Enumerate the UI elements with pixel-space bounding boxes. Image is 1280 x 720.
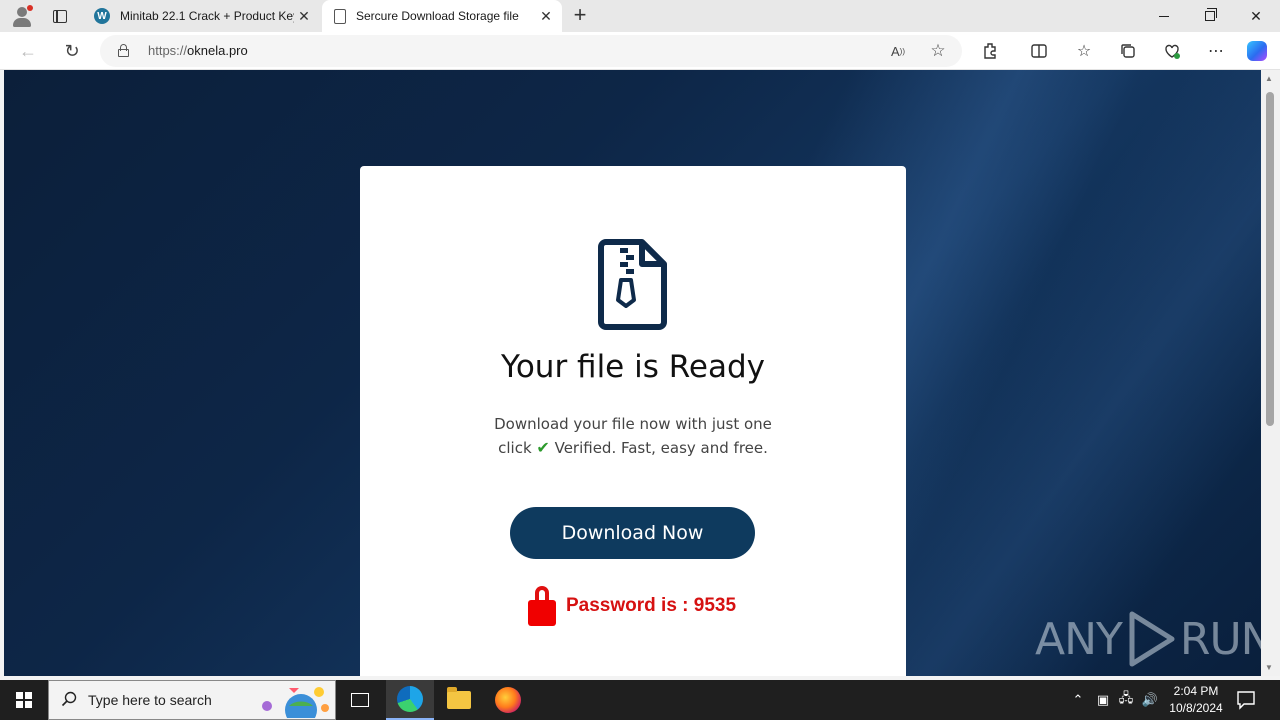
url-text: https://oknela.pro	[148, 43, 248, 58]
favorites-icon[interactable]: ☆	[1072, 39, 1096, 63]
new-tab-button[interactable]: +	[568, 4, 592, 28]
tab-title: Sercure Download Storage file	[356, 9, 519, 23]
tab-download-storage[interactable]: Sercure Download Storage file ✕	[322, 0, 562, 32]
notifications-icon[interactable]	[1236, 690, 1256, 710]
play-logo-icon	[1129, 611, 1175, 667]
search-highlight-art-icon	[262, 687, 329, 718]
tab-minitab[interactable]: W Minitab 22.1 Crack + Product Key ✕	[84, 0, 320, 32]
task-view-button[interactable]	[336, 680, 384, 720]
show-hidden-icons-chevron-icon[interactable]: ⌃	[1068, 680, 1088, 720]
lock-icon[interactable]	[118, 44, 129, 57]
address-bar[interactable]: https://oknela.pro A)) ☆	[100, 35, 962, 67]
extensions-icon[interactable]	[979, 39, 1003, 63]
taskbar-file-explorer[interactable]	[435, 680, 483, 720]
download-card: Your file is Ready Download your file no…	[360, 166, 906, 676]
search-placeholder: Type here to search	[88, 692, 212, 708]
favorite-star-icon[interactable]: ☆	[926, 39, 950, 63]
tab-close-icon[interactable]: ✕	[536, 6, 556, 26]
taskbar-firefox[interactable]	[484, 680, 532, 720]
page-description: Download your file now with just one cli…	[494, 415, 772, 457]
taskbar-search-box[interactable]: Type here to search	[48, 680, 336, 720]
edge-icon	[397, 686, 423, 712]
start-button[interactable]	[0, 680, 48, 720]
device-icon[interactable]: ▣	[1093, 680, 1113, 720]
minimize-button[interactable]	[1141, 0, 1187, 32]
page-title: Your file is Ready	[501, 349, 765, 385]
tab-title: Minitab 22.1 Crack + Product Key	[120, 9, 294, 23]
reload-icon[interactable]: ↻	[60, 39, 84, 63]
restore-button[interactable]	[1187, 0, 1233, 32]
scrollbar-thumb[interactable]	[1266, 92, 1274, 426]
more-options-icon[interactable]: ⋯	[1204, 39, 1228, 63]
profile-icon[interactable]	[10, 4, 34, 28]
page-scrollbar[interactable]: ▲ ▼	[1261, 70, 1280, 676]
taskbar-edge[interactable]	[386, 680, 434, 720]
page-viewport: Your file is Ready Download your file no…	[4, 70, 1261, 676]
volume-icon[interactable]: 🔊	[1140, 680, 1160, 720]
read-aloud-icon[interactable]: A))	[886, 39, 910, 63]
firefox-icon	[495, 687, 521, 713]
browser-tab-strip: W Minitab 22.1 Crack + Product Key ✕ Ser…	[0, 0, 1280, 32]
anyrun-watermark: ANY RUN	[1035, 604, 1261, 674]
password-notice: Password is : 9535	[528, 586, 736, 626]
browser-essentials-icon[interactable]	[1160, 39, 1184, 63]
close-window-button[interactable]: ✕	[1233, 0, 1279, 32]
clock-time: 2:04 PM	[1173, 684, 1219, 698]
zip-file-icon	[598, 239, 667, 330]
copilot-icon[interactable]	[1245, 39, 1269, 63]
collections-icon[interactable]	[1116, 39, 1140, 63]
verified-check-icon: ✔	[536, 438, 550, 457]
folder-icon	[447, 687, 471, 709]
scroll-down-icon[interactable]: ▼	[1265, 663, 1273, 672]
split-screen-icon[interactable]	[1027, 39, 1051, 63]
network-icon[interactable]: 🖧	[1116, 680, 1136, 720]
tab-actions-icon[interactable]	[48, 4, 72, 28]
clock-date: 10/8/2024	[1169, 701, 1223, 715]
tab-close-icon[interactable]: ✕	[294, 6, 314, 26]
system-clock[interactable]: 2:04 PM 10/8/2024	[1160, 683, 1232, 717]
windows-logo-icon	[16, 692, 32, 708]
back-icon[interactable]: ←	[16, 39, 40, 63]
search-icon	[61, 691, 77, 707]
padlock-icon	[528, 586, 556, 626]
wordpress-icon: W	[94, 8, 110, 24]
scroll-up-icon[interactable]: ▲	[1265, 74, 1273, 83]
download-now-button[interactable]: Download Now	[510, 507, 755, 559]
password-text: Password is : 9535	[566, 595, 737, 616]
page-icon	[334, 8, 346, 24]
navigation-bar: ← ↻ https://oknela.pro A)) ☆ ☆ ⋯	[0, 32, 1280, 70]
task-view-icon	[351, 693, 369, 707]
windows-taskbar: Type here to search ⌃ ▣ 🖧 🔊 2:04 PM 10/8…	[0, 680, 1280, 720]
